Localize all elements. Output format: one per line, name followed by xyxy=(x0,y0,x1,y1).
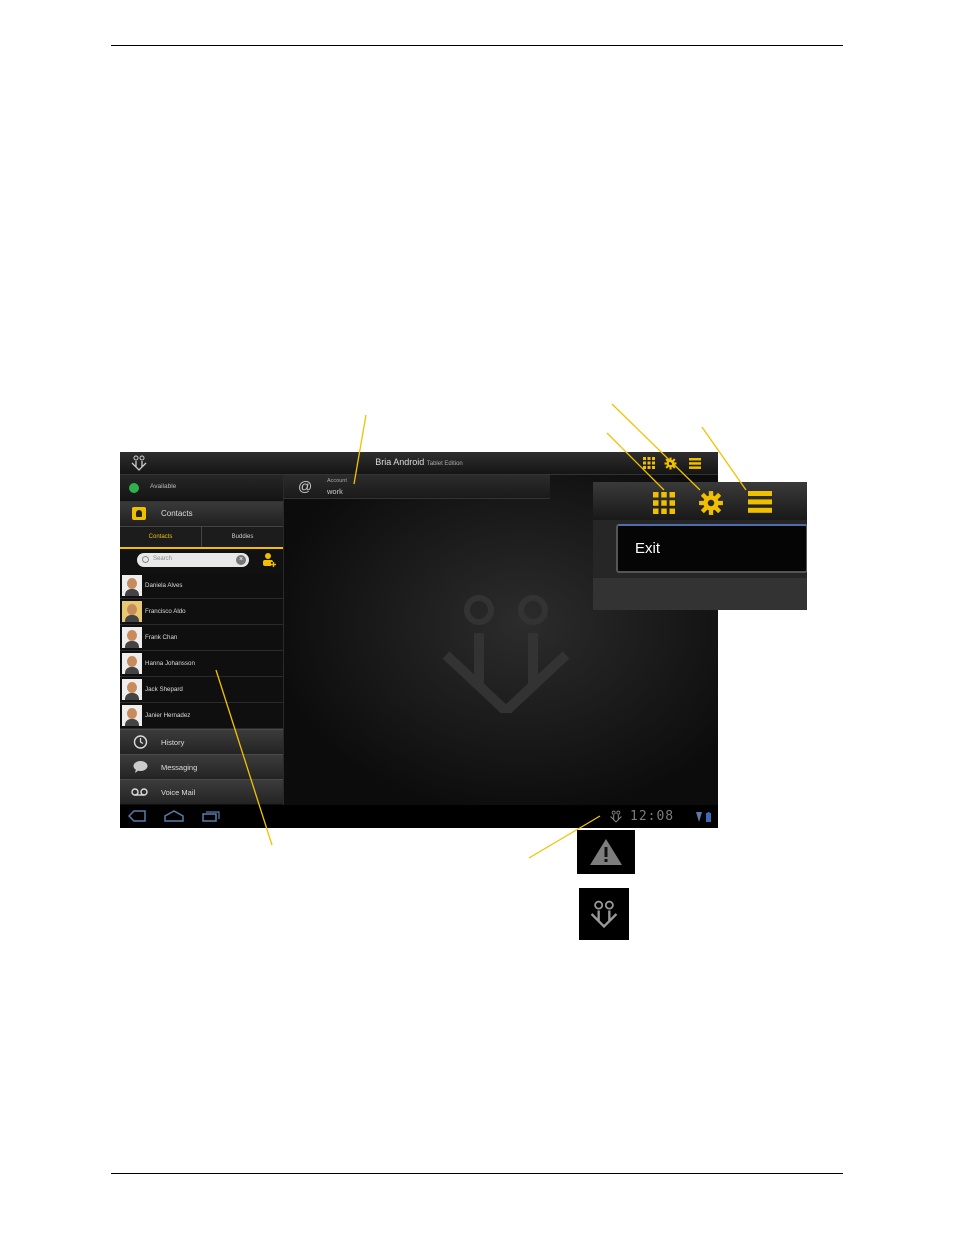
callout-leader-lines xyxy=(215,403,747,859)
leader-account xyxy=(353,414,367,485)
leader-dialpad xyxy=(606,432,665,491)
leader-status-icon xyxy=(528,815,601,859)
leader-menu xyxy=(701,426,747,491)
leader-contact-list xyxy=(215,669,273,846)
leader-settings xyxy=(611,403,701,491)
